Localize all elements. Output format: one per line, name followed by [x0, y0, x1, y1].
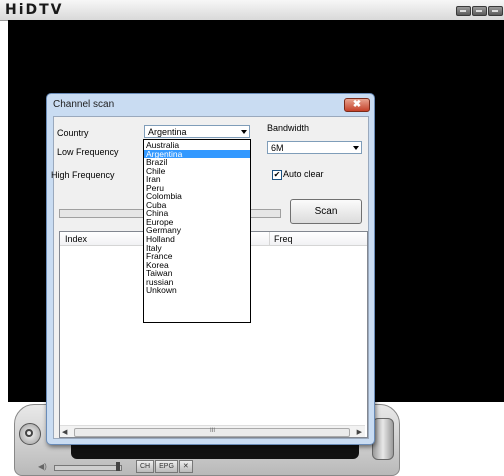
auto-clear-checkbox[interactable]: ✔ [272, 170, 282, 180]
volume-thumb[interactable] [116, 462, 120, 471]
high-frequency-label: High Frequency [51, 170, 115, 180]
maximize-button[interactable] [472, 6, 487, 16]
dialog-title: Channel scan [53, 99, 115, 110]
window-controls [456, 6, 503, 16]
country-dropdown-list[interactable]: Australia Argentina Brazil Chile Iran Peru Col… [143, 139, 251, 323]
close-icon[interactable]: ✖ [344, 98, 370, 112]
scroll-left-icon[interactable]: ◀ [62, 428, 67, 436]
country-label: Country [57, 128, 89, 138]
scroll-right-icon[interactable]: ▶ [357, 428, 362, 436]
horizontal-scrollbar[interactable]: ◀ III ▶ [60, 425, 365, 437]
power-icon [25, 429, 33, 437]
epg-button[interactable]: EPG [155, 460, 178, 473]
country-select-value: Argentina [148, 127, 187, 137]
dialog-titlebar[interactable]: Channel scan ✖ [47, 94, 374, 116]
close-window-button[interactable] [488, 6, 503, 16]
auto-clear-label[interactable]: Auto clear [283, 169, 324, 179]
scroll-thumb[interactable]: III [74, 428, 350, 437]
scan-button[interactable]: Scan [290, 199, 362, 224]
dropdown-option[interactable]: Unkown [144, 286, 250, 295]
tools-button[interactable]: ✕ [178, 460, 193, 473]
column-divider[interactable] [269, 232, 270, 245]
player-titlebar: HiDTV [0, 0, 504, 21]
scroll-grip-icon: III [210, 428, 216, 434]
right-knob[interactable] [372, 418, 394, 460]
power-button[interactable] [19, 423, 41, 445]
bandwidth-label: Bandwidth [267, 123, 310, 133]
column-header-index[interactable]: Index [65, 234, 87, 244]
chevron-down-icon [241, 130, 247, 134]
country-select[interactable]: Argentina [144, 125, 250, 138]
bottom-buttons: CH EPG ✕ [136, 460, 193, 473]
ch-button[interactable]: CH [136, 460, 155, 473]
minimize-button[interactable] [456, 6, 471, 16]
chevron-down-icon [353, 146, 359, 150]
bandwidth-select-value: 6M [271, 143, 284, 153]
app-logo: HiDTV [5, 2, 64, 18]
volume-slider[interactable] [54, 465, 122, 471]
speaker-icon[interactable]: ◀) [38, 462, 48, 472]
column-header-freq[interactable]: Freq [274, 234, 293, 244]
bandwidth-select[interactable]: 6M [267, 141, 362, 154]
low-frequency-label: Low Frequency [57, 147, 119, 157]
